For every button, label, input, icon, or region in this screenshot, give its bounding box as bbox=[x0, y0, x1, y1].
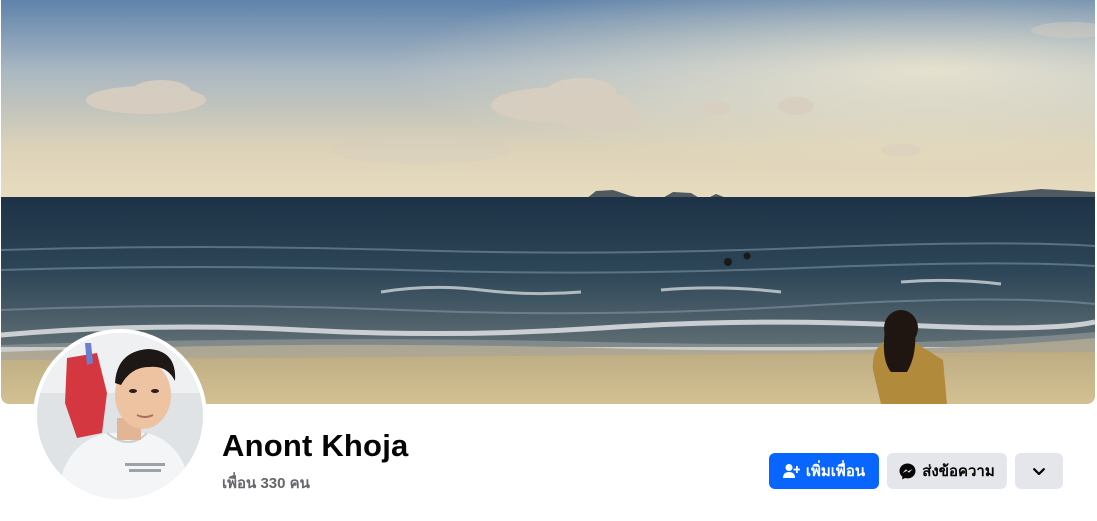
avatar-photo bbox=[37, 333, 203, 499]
more-options-button[interactable] bbox=[1015, 453, 1063, 489]
add-friend-icon bbox=[782, 463, 800, 479]
friends-count[interactable]: เพื่อน 330 คน bbox=[222, 471, 310, 495]
add-friend-button[interactable]: เพิ่มเพื่อน bbox=[769, 453, 879, 489]
messenger-icon bbox=[899, 463, 916, 480]
profile-name: Anont Khoja bbox=[222, 428, 409, 463]
profile-header: Anont Khoja เพื่อน 330 คน เพิ่มเพื่อน ส่… bbox=[0, 0, 1097, 521]
add-friend-label: เพิ่มเพื่อน bbox=[805, 463, 866, 480]
message-label: ส่งข้อความ bbox=[922, 463, 995, 480]
profile-avatar[interactable] bbox=[33, 329, 207, 503]
message-button[interactable]: ส่งข้อความ bbox=[887, 453, 1007, 489]
chevron-down-icon bbox=[1033, 463, 1045, 480]
